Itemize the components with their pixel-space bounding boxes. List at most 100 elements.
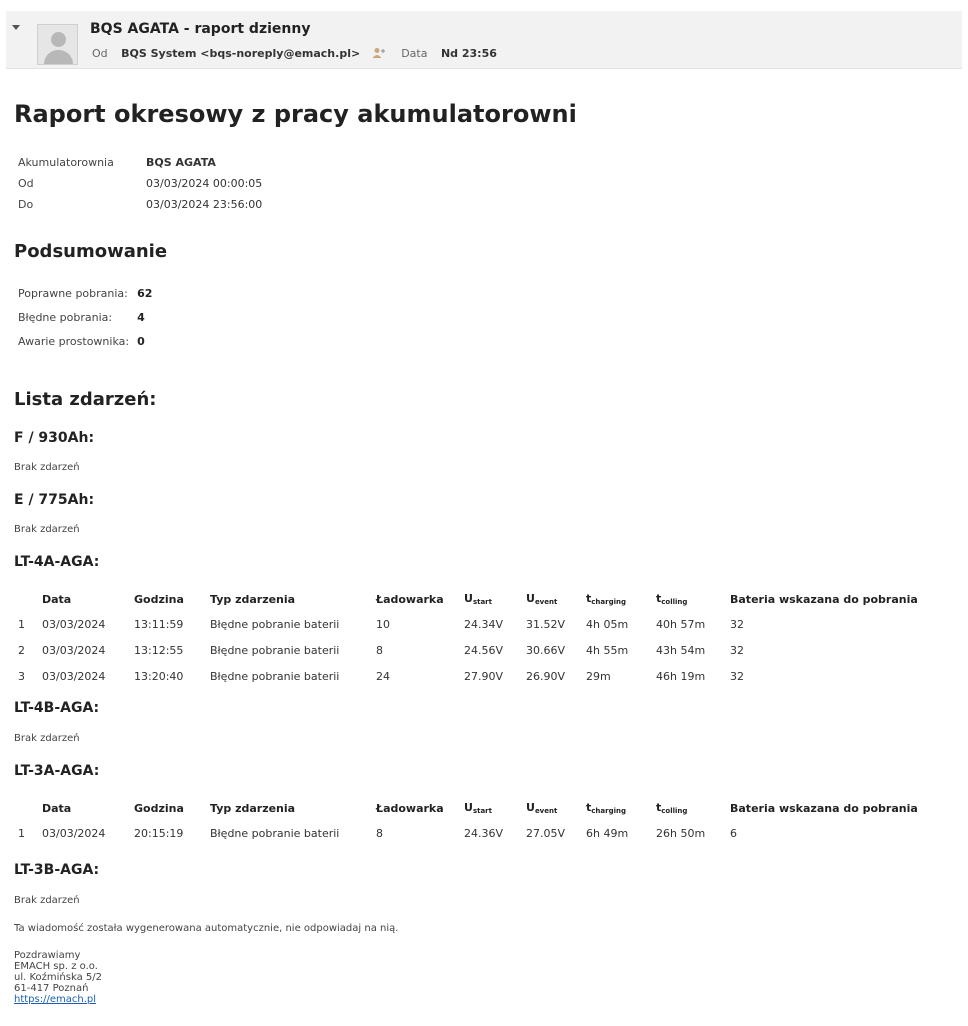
from-value[interactable]: BQS System <bqs-noreply@emach.pl> (121, 47, 360, 60)
summary-title: Podsumowanie (14, 241, 168, 262)
cell-charger: 8 (376, 643, 383, 657)
col-charger: Ładowarka (376, 801, 444, 815)
add-contact-icon[interactable] (372, 47, 386, 59)
signature: Pozdrawiamy EMACH sp. z o.o. ul. Koźmińs… (14, 950, 102, 1005)
group-title: LT-4A-AGA: (14, 554, 100, 570)
cell-date: 03/03/2024 (42, 826, 106, 840)
cell-battery: 32 (730, 643, 744, 657)
table-row: 1 03/03/2024 13:11:59 Błędne pobranie ba… (18, 611, 926, 637)
message-subject: BQS AGATA - raport dzienny (90, 21, 311, 37)
cell-time: 13:12:55 (134, 643, 184, 657)
summary-value: 4 (137, 310, 145, 324)
summary-label: Poprawne pobrania: (18, 286, 128, 300)
col-date: Data (42, 801, 72, 815)
cell-t-charging: 6h 49m (586, 826, 629, 840)
cell-type: Błędne pobranie baterii (210, 643, 340, 657)
u-symbol: U (464, 592, 473, 605)
cell-number: 3 (18, 669, 25, 683)
message-meta: Od BQS System <bqs-noreply@emach.pl> Dat… (92, 47, 497, 60)
col-charger: Ładowarka (376, 592, 444, 606)
col-t-charging: tcharging (586, 796, 656, 820)
cell-time: 13:11:59 (134, 617, 184, 631)
cell-u-start: 24.56V (464, 643, 504, 657)
col-t-charging: tcharging (586, 587, 656, 611)
u-event-subscript: event (534, 598, 558, 606)
u-start-subscript: start (472, 807, 492, 815)
info-label: Do (18, 198, 34, 211)
cell-t-colling: 26h 50m (656, 826, 706, 840)
table-row: 1 03/03/2024 20:15:19 Błędne pobranie ba… (18, 820, 926, 846)
no-events-text: Brak zdarzeń (14, 895, 80, 906)
date-label: Data (401, 47, 428, 60)
no-events-text: Brak zdarzeń (14, 462, 80, 473)
col-t-colling: tcolling (656, 796, 730, 820)
t-charging-subscript: charging (591, 598, 626, 606)
cell-type: Błędne pobranie baterii (210, 669, 340, 683)
cell-u-start: 24.34V (464, 617, 504, 631)
cell-time: 20:15:19 (134, 826, 184, 840)
summary-label: Błędne pobrania: (18, 310, 113, 324)
info-row: Od 03/03/2024 00:00:05 (18, 173, 262, 194)
cell-t-charging: 4h 55m (586, 643, 629, 657)
events-header-row: Data Godzina Typ zdarzenia Ładowarka Ust… (18, 796, 926, 820)
cell-u-start: 24.36V (464, 826, 504, 840)
table-row: 3 03/03/2024 13:20:40 Błędne pobranie ba… (18, 663, 926, 689)
cell-type: Błędne pobranie baterii (210, 617, 340, 631)
col-t-colling: tcolling (656, 587, 730, 611)
cell-u-event: 27.05V (526, 826, 566, 840)
u-symbol: U (526, 801, 535, 814)
cell-number: 2 (18, 643, 25, 657)
events-table: Data Godzina Typ zdarzenia Ładowarka Ust… (18, 796, 926, 846)
signature-greeting: Pozdrawiamy (14, 950, 81, 961)
cell-battery: 32 (730, 617, 744, 631)
date-value: Nd 23:56 (440, 47, 497, 60)
u-start-subscript: start (472, 598, 492, 606)
cell-number: 1 (18, 617, 25, 631)
cell-charger: 8 (376, 826, 383, 840)
col-u-event: Uevent (526, 587, 586, 611)
cell-number: 1 (18, 826, 25, 840)
u-symbol: U (464, 801, 473, 814)
collapse-header-icon[interactable] (12, 25, 20, 30)
col-u-event: Uevent (526, 796, 586, 820)
info-label: Od (18, 177, 34, 190)
summary-value: 0 (137, 334, 145, 348)
col-number (18, 796, 42, 820)
t-colling-subscript: colling (661, 807, 688, 815)
info-row: Do 03/03/2024 23:56:00 (18, 194, 262, 215)
summary-row: Poprawne pobrania: 62 (18, 281, 152, 305)
summary-row: Awarie prostownika: 0 (18, 329, 152, 353)
events-table: Data Godzina Typ zdarzenia Ładowarka Ust… (18, 587, 926, 689)
col-u-start: Ustart (464, 796, 526, 820)
signature-city: 61-417 Poznań (14, 983, 89, 994)
message-header: BQS AGATA - raport dzienny Od BQS System… (6, 11, 962, 69)
group-title: F / 930Ah: (14, 430, 95, 446)
no-events-text: Brak zdarzeń (14, 524, 80, 535)
col-u-start: Ustart (464, 587, 526, 611)
summary-value: 62 (137, 286, 153, 300)
info-value: BQS AGATA (146, 156, 216, 169)
t-charging-subscript: charging (591, 807, 626, 815)
summary-row: Błędne pobrania: 4 (18, 305, 152, 329)
report-info-table: Akumulatorownia BQS AGATA Od 03/03/2024 … (18, 152, 262, 215)
group-title: LT-4B-AGA: (14, 700, 100, 716)
cell-t-charging: 29m (586, 669, 611, 683)
cell-battery: 32 (730, 669, 744, 683)
col-type: Typ zdarzenia (210, 592, 296, 606)
table-row: 2 03/03/2024 13:12:55 Błędne pobranie ba… (18, 637, 926, 663)
info-value: 03/03/2024 23:56:00 (146, 198, 263, 211)
cell-date: 03/03/2024 (42, 669, 106, 683)
events-header-row: Data Godzina Typ zdarzenia Ładowarka Ust… (18, 587, 926, 611)
col-time: Godzina (134, 592, 184, 606)
sender-avatar (37, 24, 78, 65)
signature-website-link[interactable]: https://emach.pl (14, 994, 96, 1005)
cell-charger: 10 (376, 617, 390, 631)
col-battery: Bateria wskazana do pobrania (730, 592, 918, 606)
cell-date: 03/03/2024 (42, 643, 106, 657)
cell-charger: 24 (376, 669, 390, 683)
cell-battery: 6 (730, 826, 737, 840)
cell-u-event: 31.52V (526, 617, 566, 631)
t-colling-subscript: colling (661, 598, 688, 606)
col-type: Typ zdarzenia (210, 801, 296, 815)
signature-company: EMACH sp. z o.o. (14, 961, 98, 972)
